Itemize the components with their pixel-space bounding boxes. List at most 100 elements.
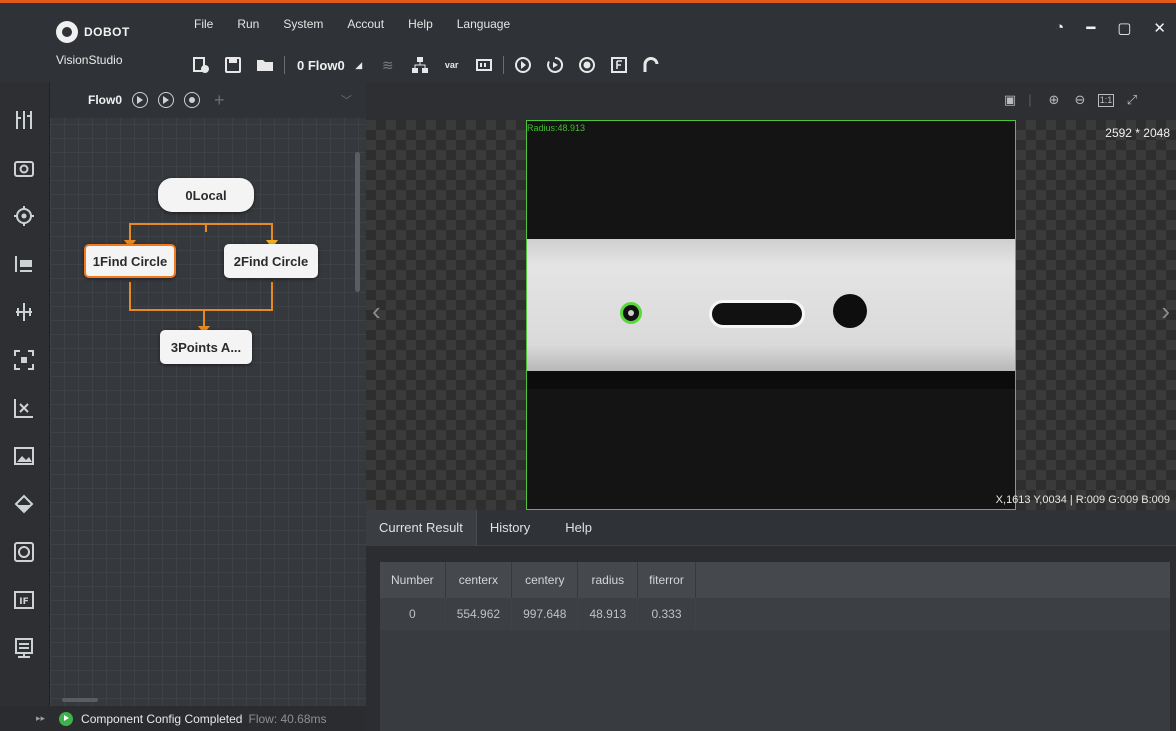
run-loop-icon[interactable] [544,55,566,75]
image-process-icon[interactable] [12,444,36,468]
maximize-icon[interactable]: ▢ [1117,19,1131,37]
locate-icon[interactable] [12,204,36,228]
image-shadow-band [527,371,1015,389]
tab-current-result[interactable]: Current Result [366,510,477,546]
stop-icon[interactable] [576,55,598,75]
results-table-container: Number centerx centery radius fiterror 0… [380,562,1170,731]
column-header[interactable]: fiterror [637,562,696,598]
table-cell-filler [695,598,1170,630]
svg-text:IF: IF [19,597,29,607]
flow-panel: Flow0 + ﹀ 0Local 1Find Circle 2Find Circ… [50,82,366,706]
io-icon[interactable] [473,55,495,75]
toolbar-separator [284,56,285,74]
slot-feature [709,300,805,328]
hole-feature [833,294,867,328]
table-cell: 0 [380,598,446,630]
menu-account[interactable]: Accout [347,17,384,31]
expand-icon[interactable]: ▸▸ [36,713,45,724]
menu-language[interactable]: Language [457,17,510,31]
flow-node-find-circle-2[interactable]: 2Find Circle [224,244,318,278]
status-ok-icon [59,711,74,726]
previous-image-icon[interactable]: ‹ [372,296,381,327]
toolbar-separator [502,56,504,74]
save-icon[interactable] [222,55,244,75]
column-header[interactable]: Number [380,562,446,598]
viewer-toolbar: ▣ | ⊕ ⊖ 1:1 ⤢ [366,82,1176,120]
status-bar: ▸▸ Component Config Completed Flow: 40.6… [0,706,366,731]
align-icon[interactable] [12,300,36,324]
results-tabs: Current Result History Help [366,510,1176,546]
app-name: VisionStudio [56,53,123,67]
network-icon[interactable] [409,55,431,75]
table-cell: 554.962 [445,598,513,630]
table-cell: 997.648 [511,598,579,630]
column-header[interactable]: radius [577,562,639,598]
minimize-icon[interactable]: ━ [1086,19,1095,37]
table-row[interactable]: 0 554.962 997.648 48.913 0.333 [380,598,1170,630]
menu-bar: File Run System Accout Help Language [194,17,534,31]
color-fill-icon[interactable] [12,492,36,516]
defect-icon[interactable] [12,540,36,564]
calibration-icon[interactable] [12,396,36,420]
table-cell: 48.913 [577,598,639,630]
results-panel: Current Result History Help Number cente… [366,510,1176,731]
logic-if-icon[interactable]: IF [12,588,36,612]
image-canvas[interactable]: Radius:48.913 2592 * 2048 X,1613 Y,0034 … [366,120,1176,510]
form-icon[interactable] [608,55,630,75]
actual-size-icon[interactable]: 1:1 [1098,94,1114,107]
toolbar: 0 Flow0 ◢ ≋ var [190,53,672,77]
camera-icon[interactable] [12,156,36,180]
next-image-icon[interactable]: › [1161,296,1170,327]
flow-node-points[interactable]: 3Points A... [160,330,252,364]
fullscreen-icon[interactable]: ⤢ [1124,92,1140,108]
table-header-row: Number centerx centery radius fiterror [380,562,1170,598]
menu-system[interactable]: System [283,17,323,31]
menu-file[interactable]: File [194,17,213,31]
robot-arm-icon[interactable] [640,55,662,75]
flow-vertical-scrollbar[interactable] [355,152,360,292]
zoom-in-icon[interactable]: ⊕ [1046,92,1062,108]
timer-icon[interactable]: ◔ [1055,19,1064,37]
results-table: Number centerx centery radius fiterror 0… [380,562,1170,630]
tool-rail: IF [0,82,50,731]
tab-history[interactable]: History [477,510,543,546]
column-header[interactable]: centerx [445,562,513,598]
communication-icon[interactable] [12,636,36,660]
close-icon[interactable]: ✕ [1153,19,1166,37]
tab-help[interactable]: Help [543,510,605,546]
window-controls: ◔ ━ ▢ ✕ [1055,19,1166,37]
column-header-filler [695,562,1170,598]
image-dimensions: 2592 * 2048 [1105,126,1170,140]
run-once-icon[interactable] [512,55,534,75]
dobot-logo-icon [56,21,78,43]
open-folder-icon[interactable] [254,55,276,75]
zoom-out-icon[interactable]: ⊖ [1072,92,1088,108]
toolbar-separator: | [1028,92,1032,107]
table-cell: 0.333 [637,598,696,630]
pixel-info: X,1613 Y,0034 | R:009 G:009 B:009 [995,494,1170,506]
flow-connections [124,223,278,334]
menu-help[interactable]: Help [408,17,433,31]
app-logo: DOBOT VisionStudio [56,17,146,73]
image-viewer: ▣ | ⊕ ⊖ 1:1 ⤢ Radius:48.913 2592 * 2048 … [366,82,1176,510]
camera-image[interactable]: Radius:48.913 [526,120,1016,510]
measure-icon[interactable] [12,252,36,276]
flow-node-local[interactable]: 0Local [158,178,254,212]
new-solution-icon[interactable] [190,55,212,75]
recognition-icon[interactable] [12,348,36,372]
detected-circle[interactable] [620,302,642,324]
status-message: Component Config Completed [81,711,243,726]
variable-icon[interactable]: var [441,55,463,75]
brand-name: DOBOT [84,25,130,39]
flow-horizontal-scrollbar[interactable] [62,698,98,702]
column-header[interactable]: centery [511,562,579,598]
radius-label: Radius:48.913 [527,123,586,133]
flow-select[interactable]: 0 Flow0 [297,58,345,73]
layers-icon[interactable]: ≋ [377,55,399,75]
menu-run[interactable]: Run [237,17,259,31]
dropdown-corner-icon[interactable]: ◢ [355,55,363,75]
title-bar: DOBOT VisionStudio File Run System Accou… [0,0,1176,82]
flow-node-find-circle-1[interactable]: 1Find Circle [84,244,176,278]
fit-window-icon[interactable]: ▣ [1002,92,1018,108]
tune-icon[interactable] [12,108,36,132]
